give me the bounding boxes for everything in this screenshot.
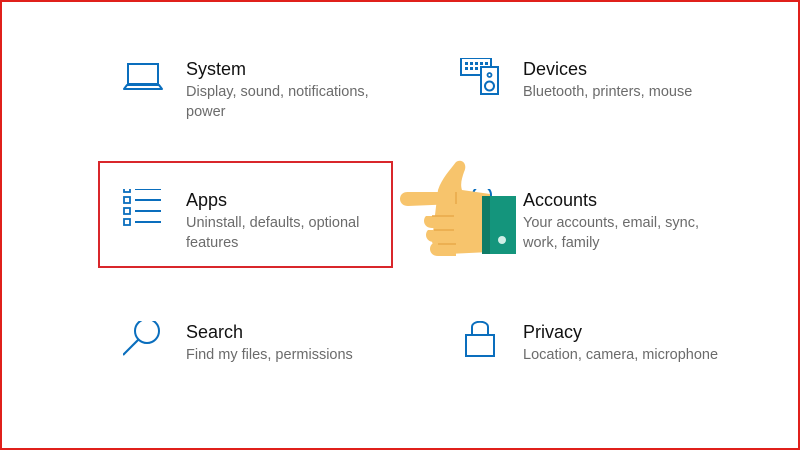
- settings-tile-system[interactable]: System Display, sound, notifications, po…: [123, 58, 423, 158]
- tile-description: Uninstall, defaults, optional features: [186, 215, 360, 251]
- tile-description: Location, camera, microphone: [523, 347, 719, 363]
- search-icon: [122, 318, 167, 365]
- tile-title: Apps: [186, 190, 228, 210]
- tile-title: Accounts: [523, 190, 598, 210]
- tile-description: Your accounts, email, sync, work, family: [523, 215, 699, 251]
- laptop-icon: [123, 58, 167, 102]
- settings-tile-devices[interactable]: Devices Bluetooth, printers, mouse: [460, 57, 760, 158]
- app-list-icon: [123, 185, 167, 233]
- tile-description: Display, sound, notifications, power: [186, 84, 369, 120]
- tile-title: Devices: [523, 59, 588, 79]
- settings-tile-privacy[interactable]: Privacy Location, camera, microphone: [460, 320, 760, 421]
- keyboard-speaker-icon: [460, 57, 504, 102]
- tile-description: Bluetooth, printers, mouse: [523, 84, 693, 100]
- lock-icon: [460, 320, 504, 365]
- tile-title: Privacy: [523, 322, 583, 342]
- tile-description: Find my files, permissions: [186, 347, 353, 363]
- tile-title: Search: [186, 322, 244, 342]
- pointing-hand-icon: [398, 160, 518, 260]
- settings-tile-search[interactable]: Search Find my files, permissions: [122, 318, 423, 421]
- settings-tile-apps[interactable]: Apps Uninstall, defaults, optional featu…: [123, 185, 423, 289]
- tile-title: System: [186, 59, 247, 79]
